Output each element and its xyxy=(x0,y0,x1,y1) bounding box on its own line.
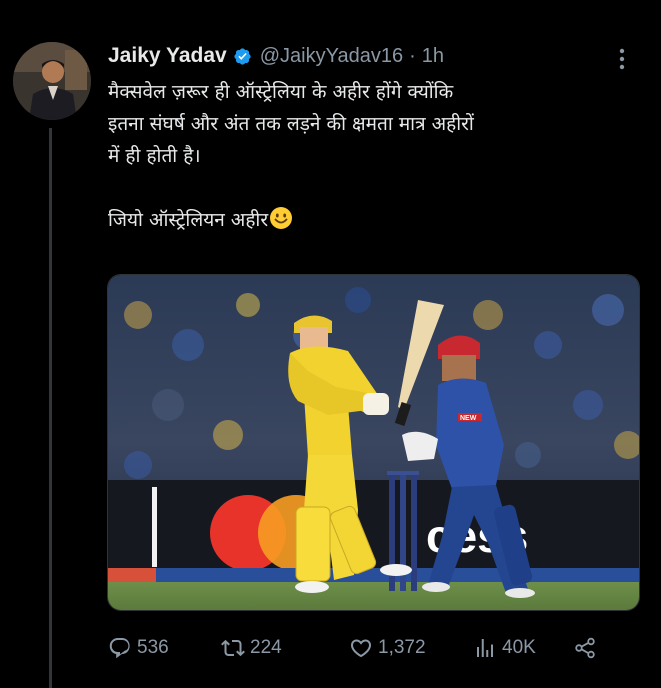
share-button[interactable] xyxy=(573,636,613,660)
author-handle[interactable]: @JaikyYadav16 xyxy=(260,45,403,68)
tweet-time[interactable]: 1h xyxy=(422,45,444,68)
retweet-button[interactable]: 224 xyxy=(221,636,349,660)
tweet-header: Jaiky Yadav @JaikyYadav16 · 1h xyxy=(108,40,444,72)
share-icon xyxy=(575,637,595,659)
views-chart-icon xyxy=(477,639,493,657)
cricket-photo: cess NEW xyxy=(108,275,639,610)
like-count: 1,372 xyxy=(378,637,426,658)
wk-jersey-text: NEW xyxy=(460,415,477,422)
more-options-icon[interactable] xyxy=(612,46,632,72)
separator-dot: · xyxy=(409,44,416,67)
avatar-image xyxy=(13,42,91,120)
reply-count: 536 xyxy=(137,637,169,658)
tweet-action-bar: 536 224 1,372 40K xyxy=(108,631,628,665)
reply-button[interactable]: 536 xyxy=(108,636,221,660)
views-button[interactable]: 40K xyxy=(473,636,573,660)
heart-icon xyxy=(350,639,372,658)
tweet-text-paragraph-2: जियो ऑस्ट्रेलियन अहीर xyxy=(108,204,638,236)
retweet-icon xyxy=(221,639,245,657)
retweet-count: 224 xyxy=(250,637,282,658)
reply-icon xyxy=(109,638,130,659)
tweet-text-paragraph-1: मैक्सवेल ज़रूर ही ऑस्ट्रेलिया के अहीर हो… xyxy=(108,81,474,167)
tweet-text: मैक्सवेल ज़रूर ही ऑस्ट्रेलिया के अहीर हो… xyxy=(108,76,638,236)
tweet-media-photo[interactable]: cess NEW xyxy=(107,274,640,611)
verified-badge-icon xyxy=(234,47,251,65)
like-button[interactable]: 1,372 xyxy=(349,636,473,660)
tweet-text-line-2: जियो ऑस्ट्रेलियन अहीर xyxy=(108,209,269,231)
author-name[interactable]: Jaiky Yadav xyxy=(108,44,227,68)
thread-line xyxy=(49,128,52,688)
views-count: 40K xyxy=(502,637,536,658)
avatar[interactable] xyxy=(13,42,91,120)
smiling-face-emoji-icon xyxy=(270,207,293,229)
